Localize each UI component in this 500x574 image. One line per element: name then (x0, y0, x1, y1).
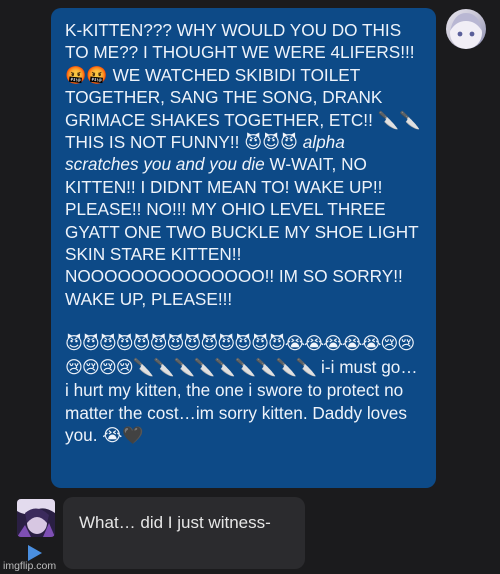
right-avatar-icon[interactable] (446, 9, 486, 49)
outgoing-message-text: K-KITTEN??? WHY WOULD YOU DO THIS TO ME?… (65, 19, 422, 310)
outgoing-message-bubble: K-KITTEN??? WHY WOULD YOU DO THIS TO ME?… (51, 8, 436, 488)
outgoing-message-ending: 😈😈😈😈😈😈😈😈😈😈😈😈😈😭😭😭😭😭😢😢😢😢😢😢🔪🔪🔪🔪🔪🔪🔪🔪🔪 i-i mu… (65, 332, 422, 446)
watermark-text: imgflip.com (3, 560, 57, 572)
incoming-message-bubble: What… did I just witness- (63, 497, 305, 569)
message-text-part2: W-WAIT, NO KITTEN!! I DIDNT MEAN TO! WAK… (65, 154, 419, 309)
left-avatar-icon[interactable] (17, 499, 55, 537)
incoming-message-text: What… did I just witness- (79, 513, 271, 532)
message-text-part1: K-KITTEN??? WHY WOULD YOU DO THIS TO ME?… (65, 20, 421, 153)
